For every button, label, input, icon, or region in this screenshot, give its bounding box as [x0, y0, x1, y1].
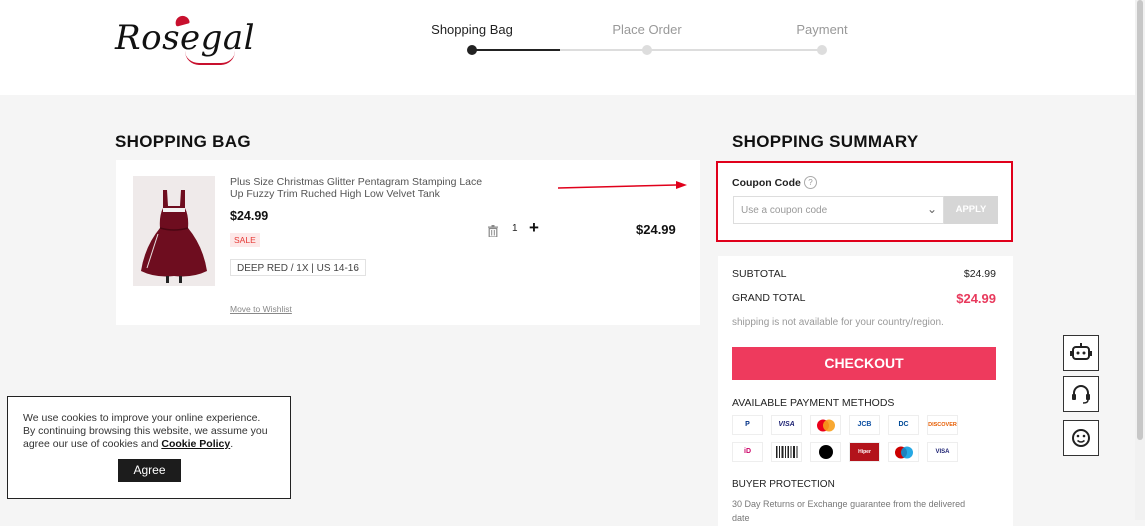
quantity-value[interactable]: 1 — [512, 223, 518, 234]
red-arrow-annotation — [557, 181, 687, 189]
grand-total-value: $24.99 — [956, 291, 996, 306]
agree-button[interactable]: Agree — [118, 459, 181, 482]
scrollbar-thumb[interactable] — [1137, 0, 1143, 440]
hipercard-icon: Hiper — [849, 442, 880, 462]
apply-coupon-button[interactable]: APPLY — [944, 196, 998, 224]
buyer-protection-text: 30 Day Returns or Exchange guarantee fro… — [732, 499, 966, 523]
maestro-icon — [888, 442, 919, 462]
ideal-icon: iD — [732, 442, 763, 462]
move-to-wishlist-link[interactable]: Move to Wishlist — [230, 304, 292, 314]
payment-methods-title: AVAILABLE PAYMENT METHODS — [732, 397, 895, 409]
summary-card: SUBTOTAL $24.99 GRAND TOTAL $24.99 shipp… — [718, 256, 1013, 526]
step-dot-3 — [817, 45, 827, 55]
cookie-period: . — [230, 438, 234, 450]
shopping-summary-title: SHOPPING SUMMARY — [732, 132, 919, 151]
diners-club-icon: DC — [888, 415, 919, 435]
coupon-placeholder: Use a coupon code — [741, 205, 828, 216]
product-name[interactable]: Plus Size Christmas Glitter Pentagram St… — [230, 176, 490, 200]
help-icon[interactable]: ? — [804, 176, 817, 189]
step-payment: Payment — [796, 22, 848, 37]
visa-icon: VISA — [771, 415, 802, 435]
mastercard-icon — [810, 415, 841, 435]
jcb-icon: JCB — [849, 415, 880, 435]
headset-icon — [1072, 385, 1090, 404]
boleto-icon — [771, 442, 802, 462]
step-track-line — [560, 49, 822, 51]
step-shopping-bag: Shopping Bag — [431, 22, 513, 37]
grand-total-label: GRAND TOTAL — [732, 292, 806, 304]
cookie-text: We use cookies to improve your online ex… — [23, 412, 273, 451]
brand-logo[interactable]: Rosegal — [115, 14, 255, 65]
feedback-button[interactable] — [1063, 420, 1099, 456]
subtotal-label: SUBTOTAL — [732, 268, 787, 280]
checkout-steps: Shopping Bag Place Order Payment — [430, 22, 850, 62]
shipping-note: shipping is not available for your count… — [732, 317, 944, 328]
cookie-policy-link[interactable]: Cookie Policy — [161, 438, 230, 450]
trash-icon[interactable] — [488, 224, 498, 238]
logo-swoosh — [185, 51, 235, 65]
sale-badge: SALE — [230, 233, 260, 247]
step-dot-1 — [467, 45, 477, 55]
buyer-protection-title: BUYER PROTECTION — [732, 479, 835, 490]
subtotal-value: $24.99 — [963, 268, 996, 280]
robot-icon — [1070, 343, 1092, 360]
coupon-section: Coupon Code ? Use a coupon code ⌄ APPLY — [716, 161, 1013, 242]
increase-quantity-button[interactable]: + — [529, 218, 539, 238]
checkout-button[interactable]: CHECKOUT — [732, 347, 996, 380]
product-price: $24.99 — [230, 209, 269, 223]
variant-select[interactable]: DEEP RED / 1X | US 14-16 ⌄ — [230, 259, 366, 276]
step-place-order: Place Order — [612, 22, 682, 37]
coupon-code-label: Coupon Code — [732, 177, 801, 189]
visa-electron-icon: VISA — [927, 442, 958, 462]
elo-icon — [810, 442, 841, 462]
cookie-banner: We use cookies to improve your online ex… — [7, 396, 291, 499]
step-dot-2 — [642, 45, 652, 55]
support-button[interactable] — [1063, 376, 1099, 412]
top-bar: Rosegal Shopping Bag Place Order Payment — [0, 0, 1145, 95]
product-image[interactable] — [133, 176, 215, 286]
coupon-code-select[interactable]: Use a coupon code ⌄ — [733, 196, 944, 224]
chevron-down-icon: ⌄ — [926, 202, 937, 216]
chatbot-button[interactable] — [1063, 335, 1099, 371]
step-progress-line — [472, 49, 560, 51]
shopping-bag-title: SHOPPING BAG — [115, 132, 251, 151]
line-total: $24.99 — [636, 222, 676, 237]
chevron-down-icon: ⌄ — [352, 263, 360, 273]
face-icon — [1072, 429, 1090, 447]
paypal-icon: P — [732, 415, 763, 435]
variant-value: DEEP RED / 1X | US 14-16 — [237, 263, 359, 274]
discover-icon: DISCOVER — [927, 415, 958, 435]
